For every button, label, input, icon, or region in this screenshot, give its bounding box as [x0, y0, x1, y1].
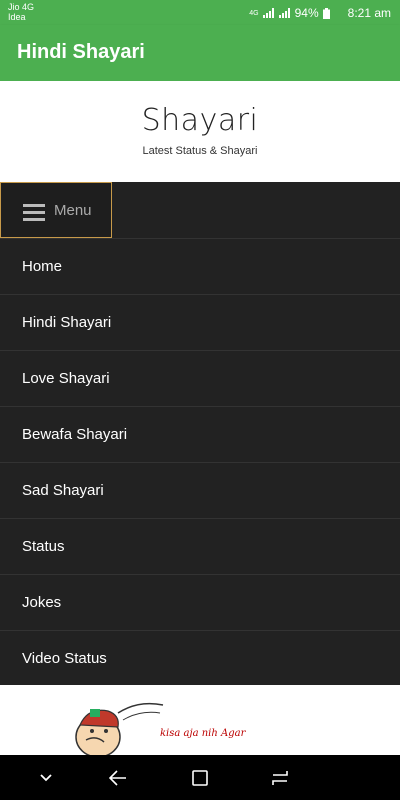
- menu-item-video-status[interactable]: Video Status: [0, 630, 400, 686]
- menu-item-jokes[interactable]: Jokes: [0, 574, 400, 630]
- menu-item-love-shayari[interactable]: Love Shayari: [0, 350, 400, 406]
- switch-icon[interactable]: [256, 755, 304, 800]
- menu-toggle-button[interactable]: Menu: [0, 182, 112, 238]
- signal-icon-2: [278, 8, 290, 18]
- menu-item-bewafa-shayari[interactable]: Bewafa Shayari: [0, 406, 400, 462]
- menu-item-hindi-shayari[interactable]: Hindi Shayari: [0, 294, 400, 350]
- battery-icon: [322, 7, 330, 19]
- menu-item-sad-shayari[interactable]: Sad Shayari: [0, 462, 400, 518]
- app-title: Hindi Shayari: [17, 41, 145, 63]
- network-type: 4G: [249, 9, 259, 17]
- content-area: kisa aja nih Agar: [0, 685, 400, 755]
- recents-icon[interactable]: [176, 755, 224, 800]
- signal-icon: [262, 8, 274, 18]
- site-tagline: Latest Status & Shayari: [142, 145, 258, 157]
- navigation-menu: Menu Home Hindi Shayari Love Shayari Bew…: [0, 182, 400, 685]
- hamburger-icon: [23, 204, 45, 225]
- status-bar: Jio 4G Idea 4G 94% 8:21 am: [0, 0, 400, 25]
- status-right: 4G 94% 8:21 am: [249, 6, 391, 20]
- menu-item-status[interactable]: Status: [0, 518, 400, 574]
- clock: 8:21 am: [347, 6, 391, 20]
- system-nav-bar: [0, 755, 400, 800]
- carrier-secondary: Idea: [8, 12, 26, 22]
- menu-label: Menu: [54, 202, 92, 219]
- cartoon-caption: kisa aja nih Agar: [160, 728, 246, 739]
- site-header: Shayari Latest Status & Shayari: [0, 81, 400, 182]
- app-bar: Hindi Shayari: [0, 25, 400, 81]
- cartoon-image[interactable]: [68, 695, 268, 755]
- chevron-down-icon[interactable]: [22, 755, 70, 800]
- carrier-primary: Jio 4G: [8, 2, 35, 12]
- site-title[interactable]: Shayari: [0, 103, 400, 138]
- back-icon[interactable]: [94, 755, 142, 800]
- menu-list: Home Hindi Shayari Love Shayari Bewafa S…: [0, 238, 400, 686]
- battery-percent: 94%: [294, 6, 319, 20]
- carrier-info: Jio 4G Idea: [8, 2, 34, 22]
- menu-item-home[interactable]: Home: [0, 238, 400, 294]
